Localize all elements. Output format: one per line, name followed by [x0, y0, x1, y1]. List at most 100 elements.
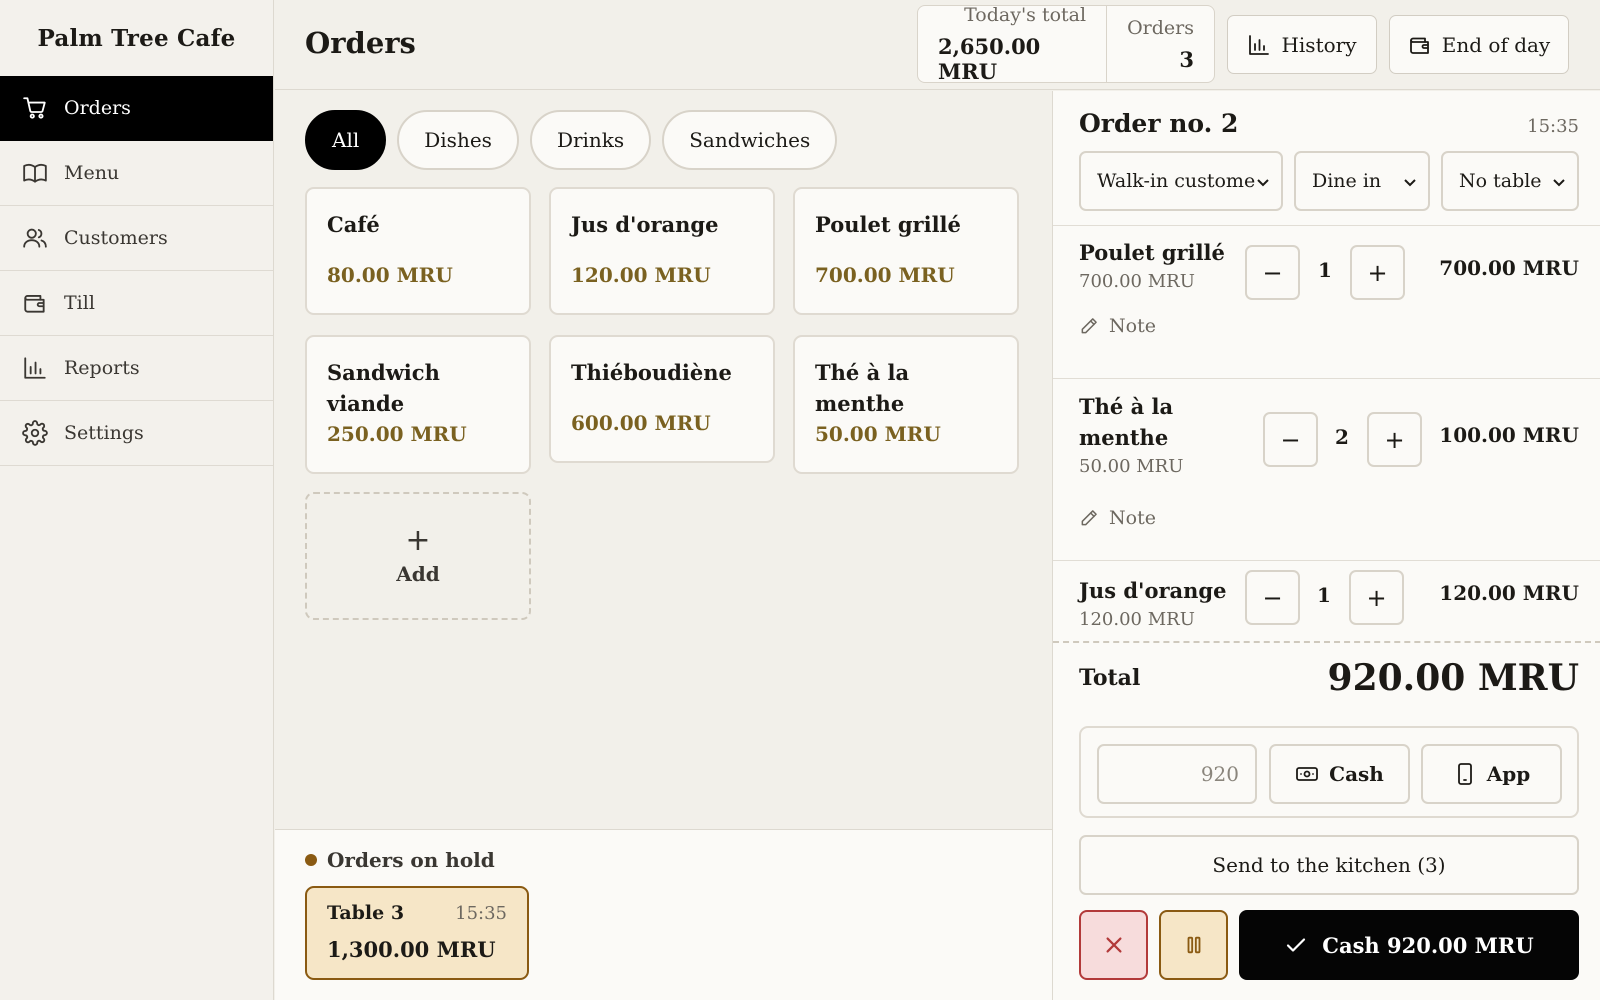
held-order-name: Table 3 — [327, 902, 405, 924]
product-name: Jus d'orange — [571, 212, 719, 237]
product-price: 80.00 MRU — [327, 263, 453, 287]
customer-select[interactable]: Walk-in customer — [1079, 151, 1283, 211]
divider — [1053, 225, 1600, 226]
order-total: Total 920.00 MRU — [1079, 657, 1579, 699]
customer-select-value: Walk-in customer — [1097, 170, 1255, 192]
sidebar-item-label: Till — [64, 292, 95, 314]
sidebar-item-reports[interactable]: Reports — [0, 336, 273, 401]
product-card[interactable]: Jus d'orange 120.00 MRU — [549, 187, 775, 315]
table-select-value: No table — [1459, 170, 1542, 192]
held-order-card[interactable]: Table 3 15:35 1,300.00 MRU — [305, 886, 529, 980]
chevron-down-icon — [1404, 179, 1416, 187]
increase-qty-button[interactable]: + — [1350, 245, 1405, 300]
close-icon — [1105, 937, 1122, 953]
product-price: 120.00 MRU — [571, 263, 711, 287]
smartphone-icon — [1457, 763, 1472, 785]
note-label: Note — [1109, 315, 1156, 337]
chevron-down-icon — [1553, 179, 1565, 187]
product-price: 50.00 MRU — [815, 422, 941, 446]
item-name: Thé à la menthe — [1079, 394, 1174, 450]
product-card[interactable]: Sandwich viande 250.00 MRU — [305, 335, 531, 474]
orders-on-hold: Orders on hold Table 3 15:35 1,300.00 MR… — [275, 829, 1052, 1000]
product-card[interactable]: Café 80.00 MRU — [305, 187, 531, 315]
order-title: Order no. 2 — [1079, 109, 1239, 138]
sidebar: Palm Tree Cafe Orders Menu Customers Til… — [0, 0, 274, 1000]
held-order-time: 15:35 — [455, 902, 507, 924]
service-type-value: Dine in — [1312, 170, 1382, 192]
amount-received-input[interactable] — [1097, 744, 1257, 804]
banknote-icon — [1296, 767, 1319, 781]
orders-count-value: 3 — [1179, 46, 1194, 72]
sidebar-item-menu[interactable]: Menu — [0, 141, 273, 206]
end-of-day-button[interactable]: End of day — [1389, 15, 1569, 74]
cash-label: Cash — [1329, 762, 1384, 786]
decrease-qty-button[interactable]: − — [1245, 570, 1300, 625]
item-quantity: 1 — [1318, 258, 1332, 282]
product-name: Thé à la menthe — [815, 360, 910, 416]
chevron-down-icon — [1257, 179, 1269, 187]
item-unit-price: 50.00 MRU — [1079, 456, 1184, 477]
sidebar-item-settings[interactable]: Settings — [0, 401, 273, 466]
category-chip-sandwiches[interactable]: Sandwiches — [662, 110, 838, 170]
category-chip-drinks[interactable]: Drinks — [529, 110, 652, 170]
cart-icon — [22, 95, 48, 121]
category-chip-all[interactable]: All — [305, 110, 387, 170]
sidebar-item-customers[interactable]: Customers — [0, 206, 273, 271]
add-note-button[interactable]: Note — [1079, 507, 1156, 529]
total-value: 920.00 MRU — [1327, 657, 1579, 699]
orders-on-hold-title: Orders on hold — [305, 848, 495, 872]
orders-count-stat: Orders 3 — [1107, 6, 1214, 82]
category-chip-dishes[interactable]: Dishes — [397, 110, 519, 170]
item-total: 700.00 MRU — [1439, 256, 1579, 280]
book-icon — [22, 160, 48, 186]
pay-label: Cash 920.00 MRU — [1322, 932, 1534, 958]
increase-qty-button[interactable]: + — [1367, 412, 1422, 467]
hold-order-button[interactable] — [1159, 910, 1228, 980]
total-label: Total — [1079, 665, 1141, 691]
item-unit-price: 120.00 MRU — [1079, 609, 1195, 630]
add-product-label: Add — [396, 562, 440, 586]
orders-count-label: Orders — [1127, 16, 1194, 39]
plus-icon: + — [405, 523, 431, 558]
product-card[interactable]: Thé à la menthe 50.00 MRU — [793, 335, 1019, 474]
payment-box: Cash App — [1079, 726, 1579, 818]
product-card[interactable]: Poulet grillé 700.00 MRU — [793, 187, 1019, 315]
add-product-button[interactable]: + Add — [305, 492, 531, 620]
history-button[interactable]: History — [1227, 15, 1377, 74]
decrease-qty-button[interactable]: − — [1263, 412, 1318, 467]
sidebar-item-orders[interactable]: Orders — [0, 76, 273, 141]
item-quantity: 1 — [1317, 583, 1331, 607]
cancel-order-button[interactable] — [1079, 910, 1148, 980]
table-select[interactable]: No table — [1441, 151, 1579, 211]
decrease-qty-button[interactable]: − — [1245, 245, 1300, 300]
sidebar-item-till[interactable]: Till — [0, 271, 273, 336]
sidebar-item-label: Settings — [64, 422, 144, 444]
status-dot-icon — [305, 854, 317, 866]
divider — [1053, 378, 1600, 379]
bar-chart-icon — [1249, 34, 1270, 55]
todays-total-label: Today's total — [964, 4, 1087, 26]
app-payment-button[interactable]: App — [1421, 744, 1562, 804]
product-name: Thiéboudiène — [571, 360, 732, 385]
pay-cash-button[interactable]: Cash 920.00 MRU — [1239, 910, 1579, 980]
bar-chart-icon — [22, 355, 48, 381]
product-card[interactable]: Thiéboudiène 600.00 MRU — [549, 335, 775, 463]
product-name: Sandwich viande — [327, 360, 440, 416]
product-name: Café — [327, 212, 380, 237]
service-type-select[interactable]: Dine in — [1294, 151, 1430, 211]
send-to-kitchen-button[interactable]: Send to the kitchen (3) — [1079, 835, 1579, 895]
pause-icon — [1187, 936, 1200, 954]
page-title: Orders — [305, 26, 416, 60]
add-note-button[interactable]: Note — [1079, 315, 1156, 337]
stats-panel: Today's total 2,650.00 MRU Orders 3 — [917, 4, 1215, 84]
product-price: 700.00 MRU — [815, 263, 955, 287]
wallet-icon — [22, 290, 48, 316]
cash-payment-button[interactable]: Cash — [1269, 744, 1410, 804]
increase-qty-button[interactable]: + — [1349, 570, 1404, 625]
item-total: 100.00 MRU — [1439, 423, 1579, 447]
category-filters: All Dishes Drinks Sandwiches — [305, 110, 838, 170]
sidebar-item-label: Menu — [64, 162, 120, 184]
product-area: All Dishes Drinks Sandwiches Café 80.00 … — [275, 91, 1052, 828]
note-label: Note — [1109, 507, 1156, 529]
divider — [1053, 641, 1600, 643]
